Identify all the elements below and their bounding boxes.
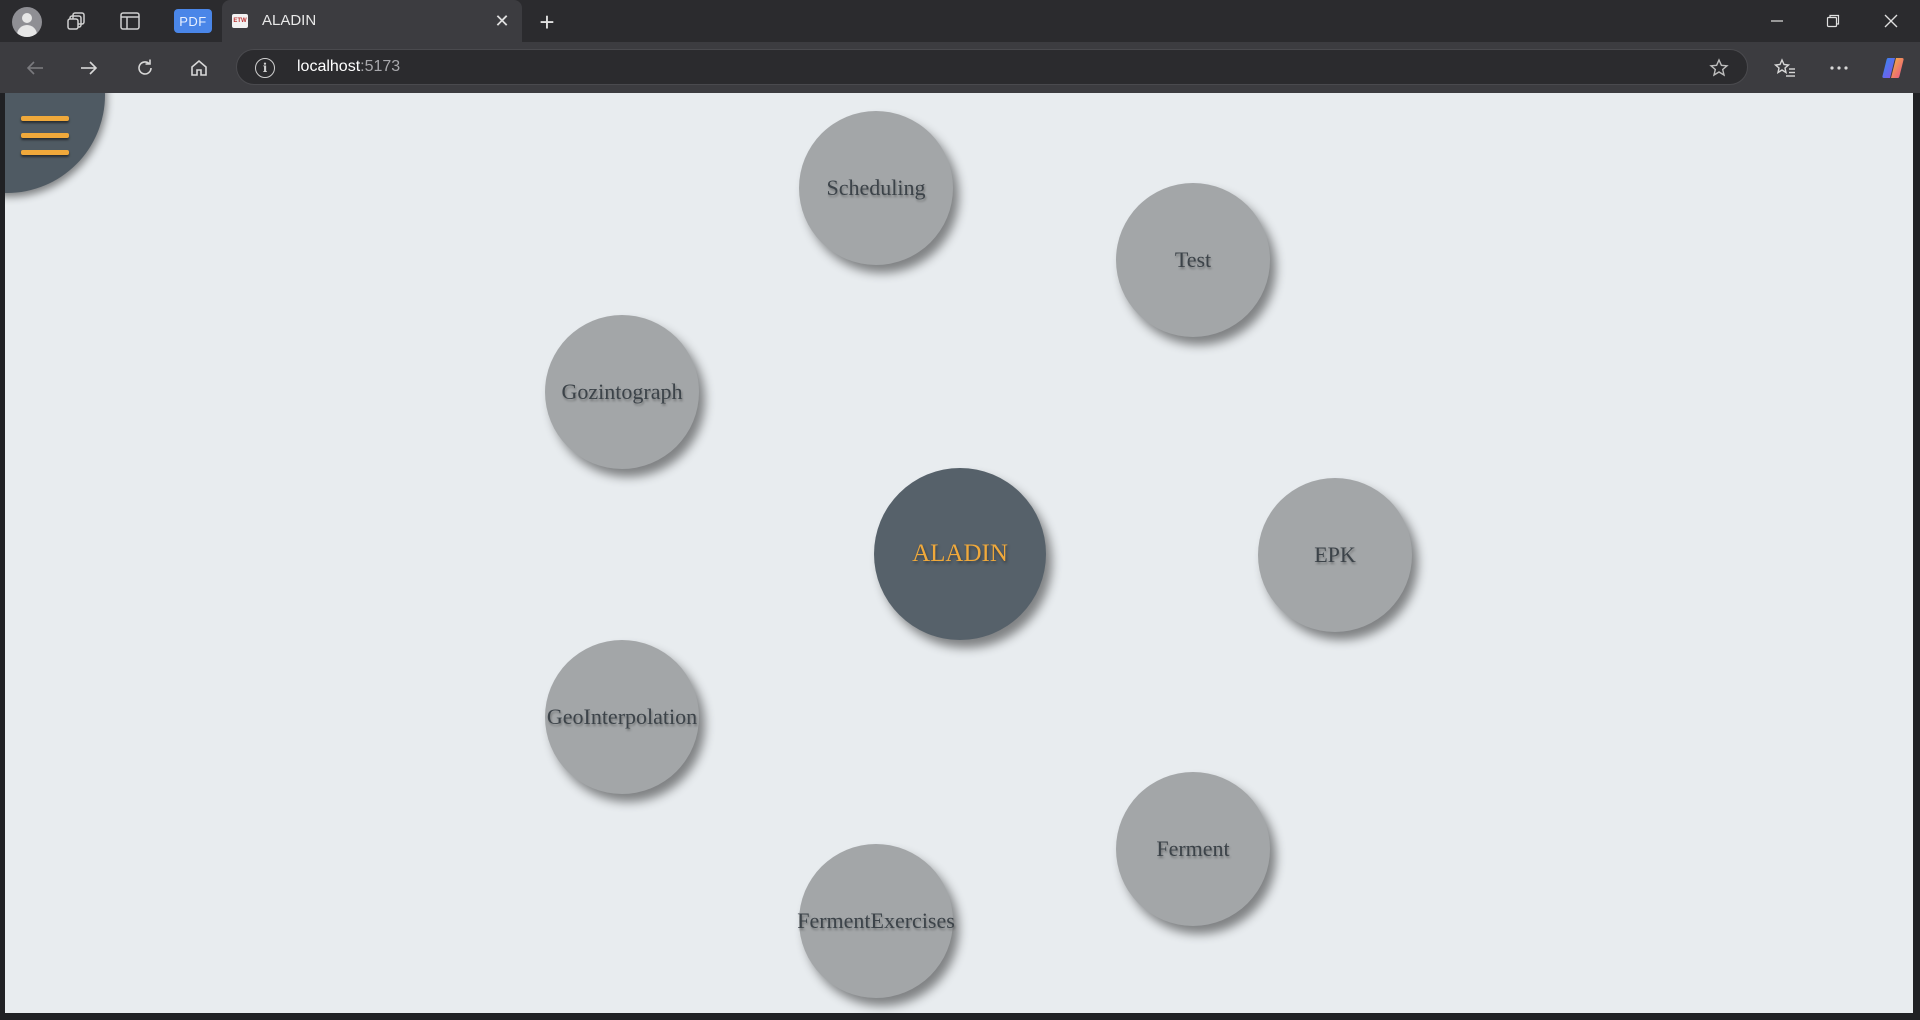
back-button[interactable] xyxy=(18,51,52,85)
restore-button[interactable] xyxy=(1810,4,1856,38)
more-options-icon[interactable] xyxy=(1822,51,1856,85)
browser-toolbar: i localhost:5173 xyxy=(0,42,1920,93)
workspaces-icon[interactable] xyxy=(62,7,92,35)
copilot-icon[interactable] xyxy=(1876,51,1910,85)
node-gozintograph[interactable]: Gozintograph xyxy=(545,315,699,469)
page-viewport: ALADIN Scheduling Test Gozintograph EPK … xyxy=(5,93,1913,1013)
hamburger-menu-icon[interactable] xyxy=(19,113,71,165)
home-button[interactable] xyxy=(182,51,216,85)
favorite-star-icon[interactable] xyxy=(1707,56,1731,80)
url-text[interactable]: localhost:5173 xyxy=(297,58,400,76)
tab-close-icon[interactable]: ✕ xyxy=(490,9,514,33)
vertical-tabs-icon[interactable] xyxy=(115,7,145,35)
url-host: localhost xyxy=(297,58,361,75)
close-window-button[interactable] xyxy=(1868,4,1914,38)
site-info-icon[interactable]: i xyxy=(255,58,275,78)
minimize-button[interactable] xyxy=(1754,4,1800,38)
node-epk[interactable]: EPK xyxy=(1258,478,1412,632)
new-tab-button[interactable]: + xyxy=(533,8,561,36)
node-test[interactable]: Test xyxy=(1116,183,1270,337)
node-ferment[interactable]: Ferment xyxy=(1116,772,1270,926)
forward-button[interactable] xyxy=(72,51,106,85)
reload-button[interactable] xyxy=(128,51,162,85)
node-fermentexercises[interactable]: FermentExercises xyxy=(797,844,955,998)
node-aladin[interactable]: ALADIN xyxy=(874,468,1046,640)
browser-tab-bar: PDF ETW ALADIN ✕ + xyxy=(0,0,1920,42)
tab-aladin[interactable]: ETW ALADIN ✕ xyxy=(222,0,522,42)
profile-avatar-icon[interactable] xyxy=(12,7,42,37)
url-port: :5173 xyxy=(360,58,401,75)
address-bar[interactable]: i localhost:5173 xyxy=(236,49,1748,85)
tab-title: ALADIN xyxy=(262,12,317,29)
tab-favicon-icon: ETW xyxy=(232,14,248,28)
node-geointerpolation[interactable]: GeoInterpolation xyxy=(545,640,699,794)
favorites-icon[interactable] xyxy=(1768,51,1802,85)
node-scheduling[interactable]: Scheduling xyxy=(799,111,953,265)
pdf-tab[interactable]: PDF xyxy=(174,9,212,33)
